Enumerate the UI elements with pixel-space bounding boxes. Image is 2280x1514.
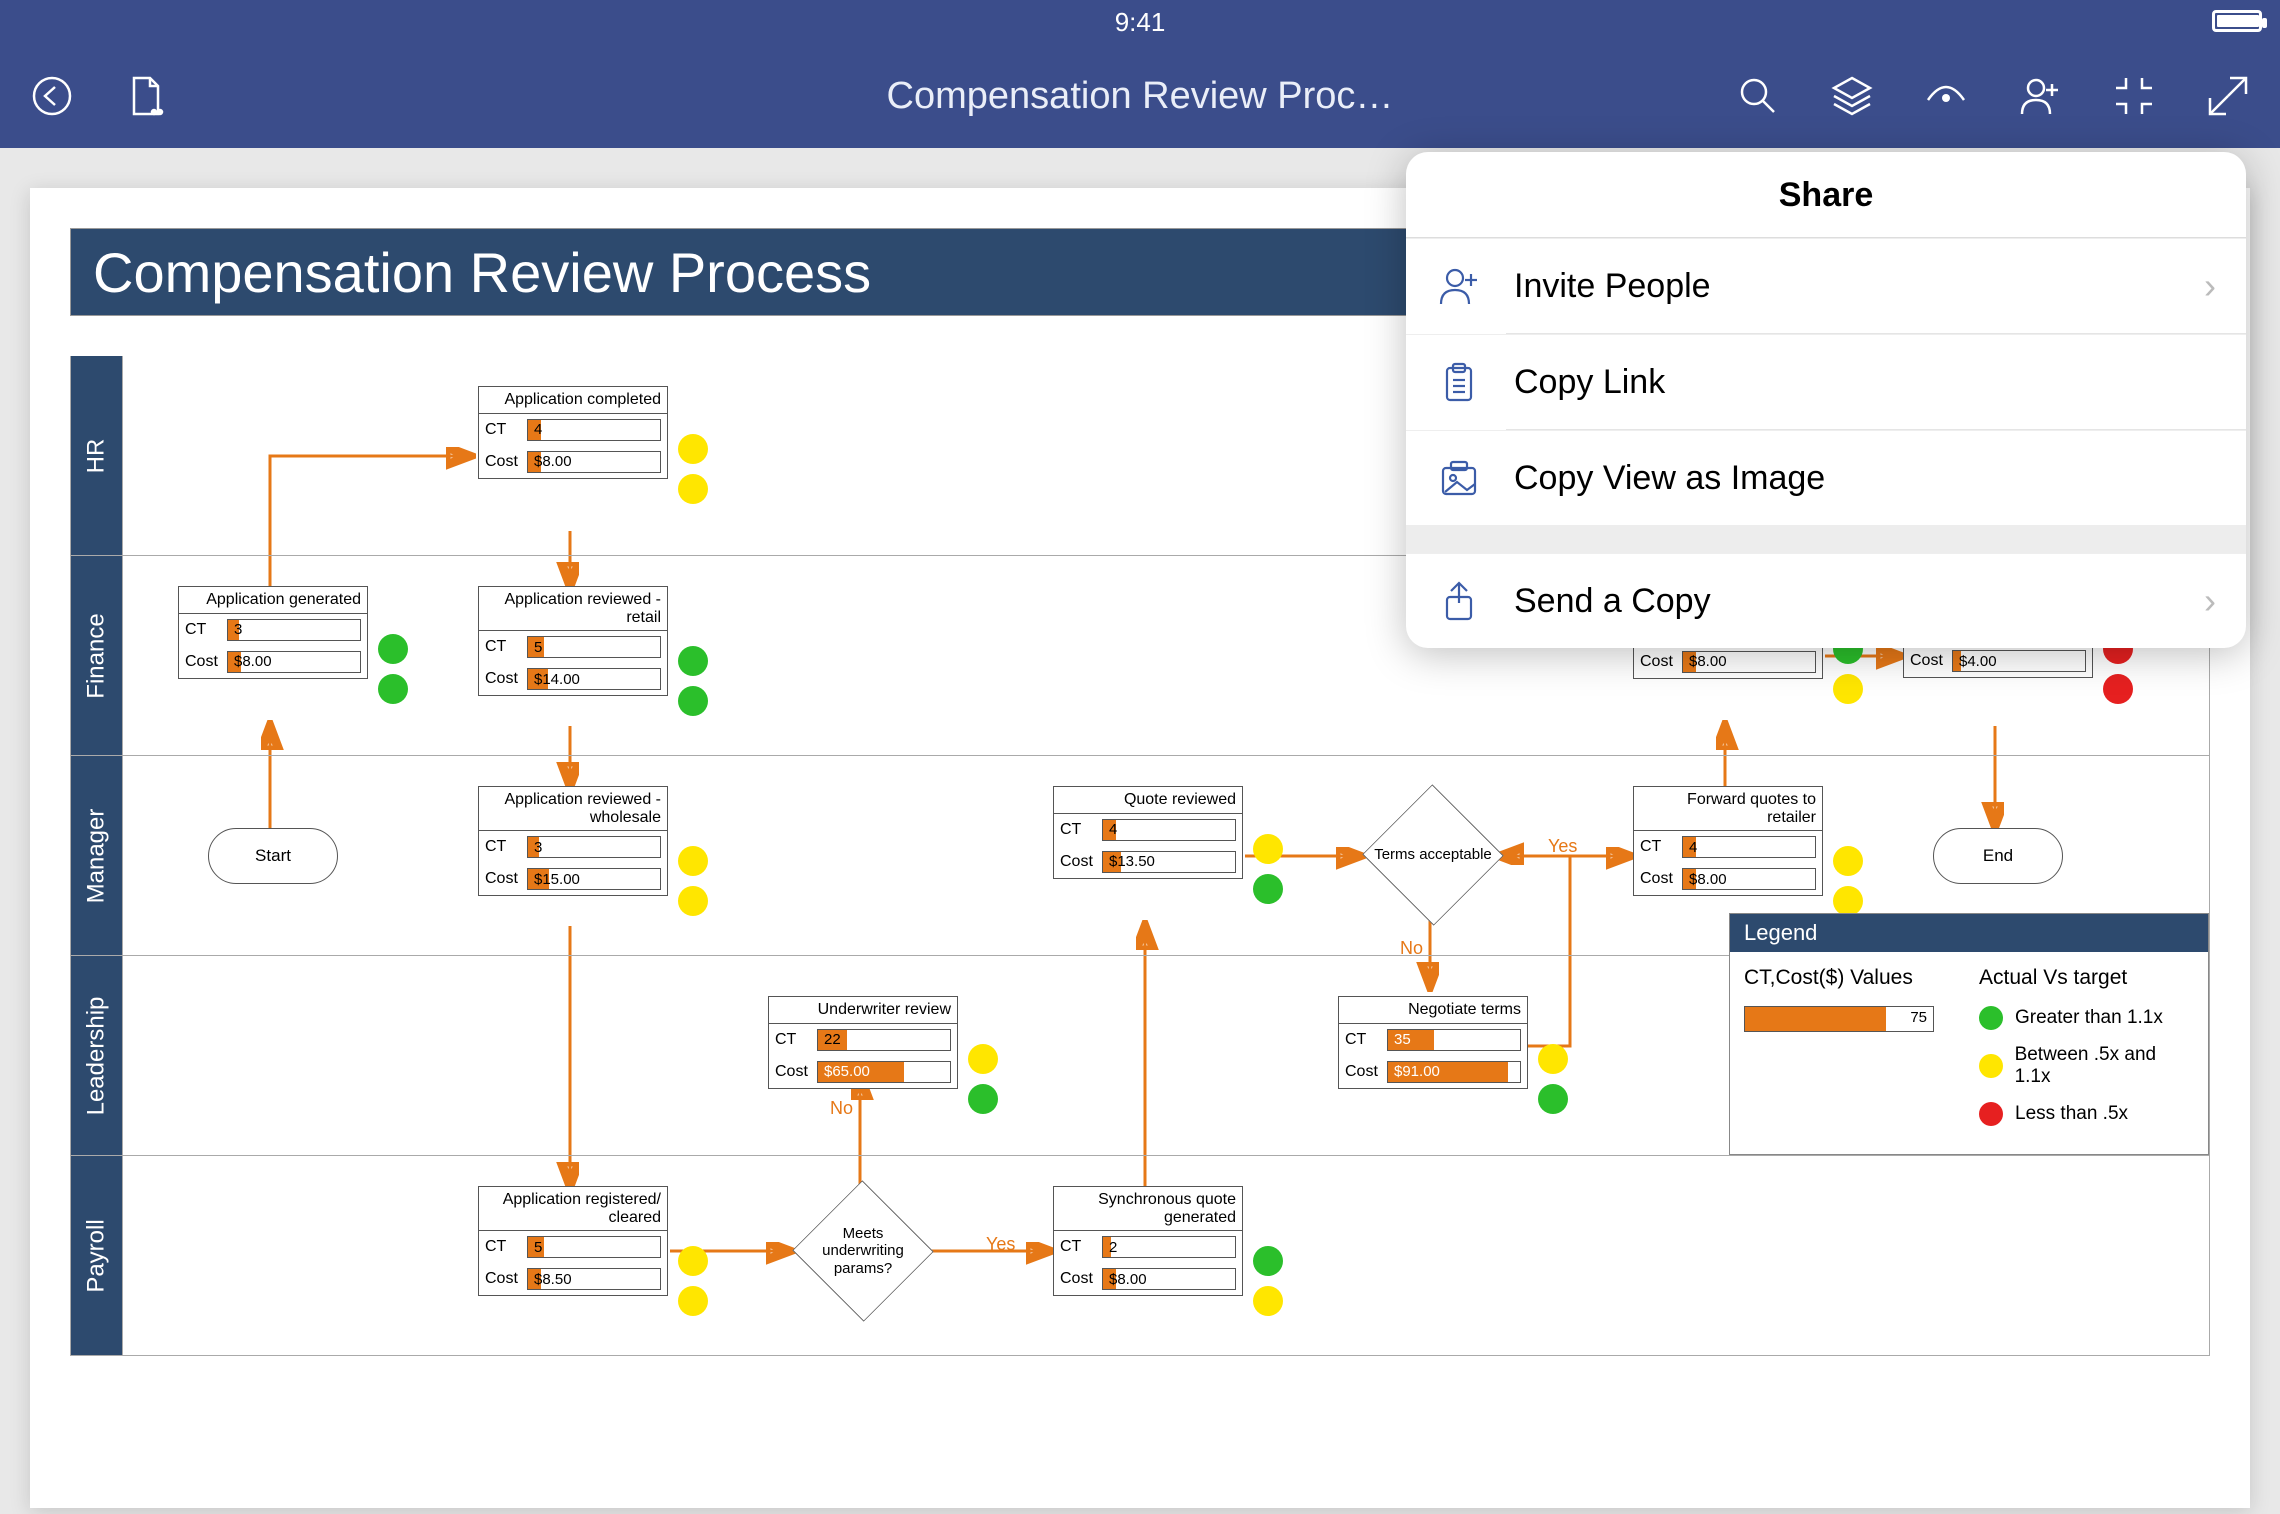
box-negotiate[interactable]: Negotiate terms CT35 Cost$91.00	[1338, 996, 1528, 1089]
box-app-completed[interactable]: Application completed CT4 Cost$8.00	[478, 386, 668, 479]
file-icon[interactable]	[124, 74, 168, 118]
share-title: Share	[1406, 152, 2246, 238]
box-underwriter[interactable]: Underwriter review CT22 Cost$65.00	[768, 996, 958, 1089]
box-forward-quotes[interactable]: Forward quotes to retailer CT4 Cost$8.00	[1633, 786, 1823, 896]
legend-item: Less than .5x	[1979, 1102, 2194, 1126]
share-copy-view[interactable]: Copy View as Image	[1406, 430, 2246, 525]
legend-item: Greater than 1.1x	[1979, 1006, 2194, 1030]
person-add-icon	[1436, 263, 1482, 309]
chevron-right-icon: ›	[2204, 580, 2216, 622]
lane-label-manager: Manager	[71, 756, 123, 955]
clock: 9:41	[1115, 7, 1166, 38]
back-button[interactable]	[30, 74, 74, 118]
lane-label-hr: HR	[71, 356, 123, 555]
box-app-rev-retail[interactable]: Application reviewed - retail CT5 Cost$1…	[478, 586, 668, 696]
popover-arrow	[2020, 152, 2056, 156]
lane-label-payroll: Payroll	[71, 1156, 123, 1355]
share-send-copy[interactable]: Send a Copy ›	[1406, 553, 2246, 648]
clipboard-icon	[1436, 359, 1482, 405]
toolbar: Compensation Review Proc…	[0, 44, 2280, 148]
chevron-right-icon: ›	[2204, 265, 2216, 307]
expand-icon[interactable]	[2206, 74, 2250, 118]
share-popover: Share Invite People › Copy Link Copy Vie…	[1406, 152, 2246, 648]
upload-icon	[1436, 578, 1482, 624]
lane-label-leadership: Leadership	[71, 956, 123, 1155]
share-invite-people[interactable]: Invite People ›	[1406, 238, 2246, 333]
status-bar: 9:41	[0, 0, 2280, 44]
fit-icon[interactable]	[2112, 74, 2156, 118]
battery-icon	[2212, 10, 2262, 32]
share-person-icon[interactable]	[2018, 74, 2062, 118]
start-terminator[interactable]: Start	[208, 828, 338, 884]
legend: Legend CT,Cost($) Values 75 Actual Vs ta…	[1729, 913, 2209, 1155]
search-icon[interactable]	[1736, 74, 1780, 118]
image-icon	[1436, 455, 1482, 501]
layers-icon[interactable]	[1830, 74, 1874, 118]
legend-item: Between .5x and 1.1x	[1979, 1044, 2194, 1088]
decision-underwriting[interactable]: Meets underwriting params?	[793, 1196, 933, 1306]
document-title: Compensation Review Proc…	[550, 75, 1730, 118]
box-app-rev-whole[interactable]: Application reviewed - wholesale CT3 Cos…	[478, 786, 668, 896]
box-quote-reviewed[interactable]: Quote reviewed CT4 Cost$13.50	[1053, 786, 1243, 879]
box-sync-quote[interactable]: Synchronous quote generated CT2 Cost$8.0…	[1053, 1186, 1243, 1296]
box-app-generated[interactable]: Application generated CT3 Cost$8.00	[178, 586, 368, 679]
share-copy-link[interactable]: Copy Link	[1406, 334, 2246, 429]
decision-terms[interactable]: Terms acceptable	[1363, 800, 1503, 910]
eye-icon[interactable]	[1924, 74, 1968, 118]
lane-label-finance: Finance	[71, 556, 123, 755]
box-app-registered[interactable]: Application registered/ cleared CT5 Cost…	[478, 1186, 668, 1296]
end-terminator[interactable]: End	[1933, 828, 2063, 884]
